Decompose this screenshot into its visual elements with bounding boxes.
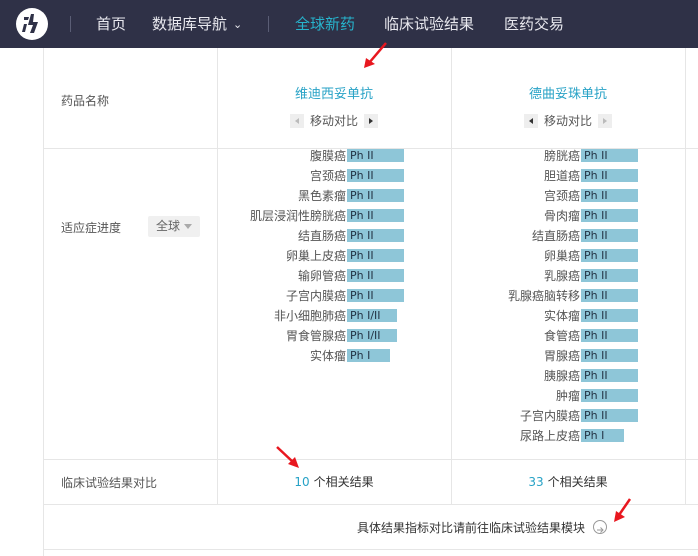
indication-row: 实体瘤 Ph II [44,306,698,326]
annotation-arrow-icon [364,42,387,68]
related-results: 10 个相关结果 [218,473,450,490]
row-label-clinical-compare: 临床试验结果对比 [61,476,158,490]
row-divider [44,504,698,505]
move-compare-control: 移动对比 [452,112,684,129]
phase-bar[interactable]: Ph II [581,349,638,362]
phase-bar[interactable]: Ph II [581,149,638,162]
indication-name: 实体瘤 [543,309,580,323]
related-results-suffix: 个相关结果 [313,475,374,489]
annotation-arrow-icon [276,446,299,468]
nav-item-global-new-drugs[interactable]: 全球新药 [295,13,355,35]
indication-row: 肿瘤 Ph II [44,386,698,406]
phase-bar[interactable]: Ph II [581,409,638,422]
phase-bar[interactable]: Ph II [581,189,638,202]
row-label-drug-name: 药品名称 [61,94,110,108]
phase-bar[interactable]: Ph II [581,309,638,322]
chevron-down-icon: ⌄ [233,18,243,31]
indication-row: 食管癌 Ph II [44,326,698,346]
phase-bar[interactable]: Ph I [581,429,624,442]
nav-item-home[interactable]: 首页 [96,13,126,35]
indication-name: 子宫内膜癌 [519,409,580,423]
phase-bar[interactable]: Ph II [581,329,638,342]
indication-name: 肿瘤 [555,389,580,403]
move-right-icon[interactable] [364,113,378,128]
phase-bar[interactable]: Ph II [581,229,638,242]
indication-name: 胃腺癌 [543,349,580,363]
row-divider [44,459,698,460]
indication-name: 卵巢癌 [543,249,580,263]
indication-name: 食管癌 [543,329,580,343]
indication-row: 骨肉瘤 Ph II [44,206,698,226]
nav-item-clinical-results[interactable]: 临床试验结果 [384,13,474,35]
nav-item-pharma-deals[interactable]: 医药交易 [504,13,564,35]
clinical-results-module-hint: 具体结果指标对比请前往临床试验结果模块 [357,521,586,535]
nav-item-database-nav-label: 数据库导航 [152,15,228,33]
phase-bar[interactable]: Ph II [581,369,638,382]
indication-name: 结直肠癌 [531,229,580,243]
indication-row: 胃腺癌 Ph II [44,346,698,366]
drug-name-link[interactable]: 维迪西妥单抗 [218,83,450,102]
indication-row: 卵巢癌 Ph II [44,246,698,266]
indication-row: 结直肠癌 Ph II [44,226,698,246]
phase-bar[interactable]: Ph II [581,269,638,282]
move-right-icon[interactable] [598,113,612,128]
indication-name: 宫颈癌 [543,189,580,203]
indication-row: 宫颈癌 Ph II [44,186,698,206]
related-results-count-link[interactable]: 10 [294,475,309,489]
indication-row: 胰腺癌 Ph II [44,366,698,386]
phase-bar[interactable]: Ph II [581,169,638,182]
related-results: 33 个相关结果 [452,473,684,490]
related-results-count-link[interactable]: 33 [528,475,543,489]
move-compare-label: 移动对比 [309,114,358,128]
indication-row: 子宫内膜癌 Ph II [44,406,698,426]
nav-divider [268,16,269,32]
nav-item-database-nav[interactable]: 数据库导航 ⌄ [152,13,242,37]
phase-bar[interactable]: Ph II [581,389,638,402]
indication-name: 尿路上皮癌 [519,429,580,443]
row-divider [44,549,698,550]
indication-name: 胰腺癌 [543,369,580,383]
top-nav-bar: 首页 数据库导航 ⌄ 全球新药 临床试验结果 医药交易 [0,0,698,48]
phase-bar[interactable]: Ph II [581,209,638,222]
indication-name: 膀胱癌 [543,149,580,163]
related-results-suffix: 个相关结果 [547,475,608,489]
indication-row: 乳腺癌脑转移 Ph II [44,286,698,306]
indication-name: 骨肉瘤 [543,209,580,223]
move-left-icon[interactable] [523,113,538,128]
move-compare-label: 移动对比 [543,114,592,128]
move-left-icon[interactable] [289,113,304,128]
phase-bar[interactable]: Ph II [581,249,638,262]
indication-name: 胆道癌 [543,169,580,183]
indication-row: 尿路上皮癌 Ph I [44,426,698,446]
arrow-right-circle-icon[interactable] [593,520,607,534]
app-logo-icon[interactable] [16,8,48,40]
move-compare-control: 移动对比 [218,112,450,129]
drug-comparison-table: 药品名称 适应症进度 全球 临床试验结果对比 维迪西妥单抗 移动对比 德曲妥珠单… [43,48,698,556]
indication-row: 胆道癌 Ph II [44,166,698,186]
annotation-arrow-icon [614,498,632,522]
indication-name: 乳腺癌 [543,269,580,283]
phase-bar[interactable]: Ph II [581,289,638,302]
indication-row: 乳腺癌 Ph II [44,266,698,286]
indication-name: 乳腺癌脑转移 [507,289,580,303]
nav-divider [70,16,71,32]
indication-row: 膀胱癌 Ph II [44,146,698,166]
drug-name-link[interactable]: 德曲妥珠单抗 [452,83,684,102]
